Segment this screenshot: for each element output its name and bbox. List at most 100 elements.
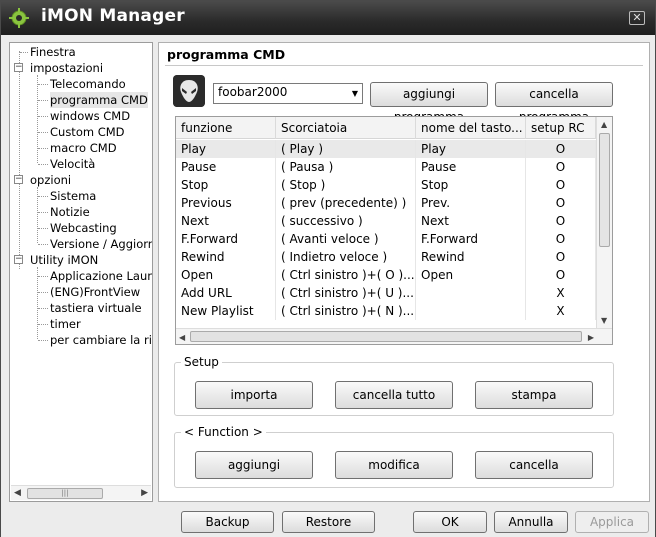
close-icon[interactable]: ✕ <box>629 11 645 25</box>
navigation-tree[interactable]: Finestra − impostazioni Telecomando programm… <box>9 42 153 502</box>
table-cell: ( Ctrl sinistro )+( N )... <box>276 302 416 320</box>
tree-item-label[interactable]: Finestra <box>30 44 76 60</box>
tree-item-label[interactable]: Velocità <box>50 156 95 172</box>
tree-item-label[interactable]: Utility iMON <box>30 252 98 268</box>
table-cell: ( Ctrl sinistro )+( O )... <box>276 266 416 284</box>
table-cell: Prev. <box>416 194 526 212</box>
table-cell: ( Pausa ) <box>276 158 416 176</box>
tree-item-label[interactable]: Telecomando <box>50 76 126 92</box>
print-button[interactable]: stampa <box>475 381 593 409</box>
table-cell: O <box>526 248 596 266</box>
tree-item-label[interactable]: Versione / Aggiorn <box>50 236 152 252</box>
restore-button[interactable]: Restore <box>282 511 375 533</box>
column-header-function[interactable]: funzione <box>176 117 276 139</box>
tree-item-label[interactable]: Notizie <box>50 204 90 220</box>
chevron-down-icon[interactable]: ▼ <box>352 89 358 98</box>
table-row[interactable]: Previous( prev (precedente) ) Prev. O <box>176 194 596 212</box>
scroll-thumb[interactable]: ||| <box>27 488 103 499</box>
column-header-setup-rc[interactable]: setup RC <box>526 117 596 139</box>
tree-item-label[interactable]: Webcasting <box>50 220 117 236</box>
table-cell: ( successivo ) <box>276 212 416 230</box>
table-cell: Open <box>176 266 276 284</box>
scroll-right-icon[interactable]: ▶ <box>141 488 148 498</box>
scroll-left-icon[interactable]: ◀ <box>14 488 21 498</box>
tree-item-label[interactable]: tastiera virtuale <box>50 300 142 316</box>
tree-item-label[interactable]: Sistema <box>50 188 96 204</box>
table-cell: Pause <box>176 158 276 176</box>
window-title: iMON Manager <box>41 6 185 26</box>
tree-horizontal-scrollbar[interactable]: ◀ ||| ▶ <box>11 485 151 500</box>
scroll-down-icon[interactable]: ▼ <box>601 316 607 325</box>
imon-manager-window: iMON Manager ✕ Finestra − impostazioni Tele… <box>0 0 656 537</box>
title-bar: iMON Manager ✕ <box>1 1 655 35</box>
backup-button[interactable]: Backup <box>181 511 274 533</box>
table-cell: ( Play ) <box>276 140 416 158</box>
scroll-left-icon[interactable]: ◀ <box>179 333 185 342</box>
table-cell <box>416 284 526 302</box>
scroll-up-icon[interactable]: ▲ <box>601 120 607 129</box>
program-select[interactable]: foobar2000 ▼ <box>213 83 363 104</box>
tree-item-label[interactable]: opzioni <box>30 172 71 188</box>
command-table[interactable]: funzione Scorciatoia nome del tasto... s… <box>175 116 613 345</box>
table-row[interactable]: Play( Play ) Play O <box>176 140 596 158</box>
table-cell: Pause <box>416 158 526 176</box>
table-cell: Stop <box>176 176 276 194</box>
add-function-button[interactable]: aggiungi <box>195 451 313 479</box>
function-group-label: < Function > <box>181 425 266 439</box>
imon-gear-icon <box>9 8 29 28</box>
add-program-button[interactable]: aggiungi programma <box>370 82 488 124</box>
table-row[interactable]: F.Forward( Avanti veloce ) F.Forward O <box>176 230 596 248</box>
table-cell: Stop <box>416 176 526 194</box>
tree-item-label[interactable]: Applicazione Launc <box>50 268 152 284</box>
tree-item-label[interactable]: impostazioni <box>30 60 103 76</box>
panel-title: programma CMD <box>167 47 286 62</box>
table-row[interactable]: Next( successivo ) Next O <box>176 212 596 230</box>
tree-item-label[interactable]: (ENG)FrontView <box>50 284 140 300</box>
tree-item-label[interactable]: per cambiare la riso <box>50 332 152 348</box>
tree-item-label[interactable]: macro CMD <box>50 140 117 156</box>
table-row[interactable]: New Playlist( Ctrl sinistro )+( N )... X <box>176 302 596 320</box>
program-logo-icon <box>173 75 205 107</box>
program-cmd-panel: programma CMD foobar2000 ▼ aggiungi prog… <box>158 42 650 502</box>
collapse-icon[interactable]: − <box>14 255 23 264</box>
table-cell: ( Indietro veloce ) <box>276 248 416 266</box>
table-cell: Play <box>416 140 526 158</box>
table-cell: Open <box>416 266 526 284</box>
apply-button[interactable]: Applica <box>575 511 649 533</box>
function-group: < Function > aggiungi modifica cancella <box>174 425 614 488</box>
table-cell: O <box>526 266 596 284</box>
table-row[interactable]: Pause( Pausa ) Pause O <box>176 158 596 176</box>
collapse-icon[interactable]: − <box>14 175 23 184</box>
table-cell: New Playlist <box>176 302 276 320</box>
scroll-thumb[interactable] <box>599 133 610 247</box>
column-header-shortcut[interactable]: Scorciatoia <box>276 117 416 139</box>
table-cell <box>416 302 526 320</box>
edit-function-button[interactable]: modifica <box>335 451 453 479</box>
table-vertical-scrollbar[interactable]: ▲ ▼ <box>596 117 612 328</box>
table-row[interactable]: Open( Ctrl sinistro )+( O )... Open O <box>176 266 596 284</box>
tree-item-label[interactable]: programma CMD <box>50 92 148 108</box>
import-button[interactable]: importa <box>195 381 313 409</box>
tree-item-label[interactable]: timer <box>50 316 81 332</box>
delete-program-button[interactable]: cancella programma <box>495 82 613 124</box>
scroll-right-icon[interactable]: ▶ <box>588 333 594 342</box>
collapse-icon[interactable]: − <box>14 63 23 72</box>
ok-button[interactable]: OK <box>413 511 487 533</box>
clear-all-button[interactable]: cancella tutto <box>335 381 453 409</box>
table-cell: O <box>526 230 596 248</box>
table-horizontal-scrollbar[interactable]: ◀ ▶ <box>176 328 612 344</box>
table-row[interactable]: Add URL( Ctrl sinistro )+( U )... X <box>176 284 596 302</box>
column-header-key-name[interactable]: nome del tasto... <box>416 117 526 139</box>
table-cell: Rewind <box>176 248 276 266</box>
table-cell: Rewind <box>416 248 526 266</box>
table-cell: Add URL <box>176 284 276 302</box>
tree-item-label[interactable]: windows CMD <box>50 108 130 124</box>
scroll-thumb[interactable] <box>190 331 582 342</box>
delete-function-button[interactable]: cancella <box>475 451 593 479</box>
table-row[interactable]: Stop( Stop ) Stop O <box>176 176 596 194</box>
tree-item-label[interactable]: Custom CMD <box>50 124 125 140</box>
cancel-button[interactable]: Annulla <box>494 511 568 533</box>
table-row[interactable]: Rewind( Indietro veloce ) Rewind O <box>176 248 596 266</box>
table-cell: ( Stop ) <box>276 176 416 194</box>
table-cell: ( Avanti veloce ) <box>276 230 416 248</box>
